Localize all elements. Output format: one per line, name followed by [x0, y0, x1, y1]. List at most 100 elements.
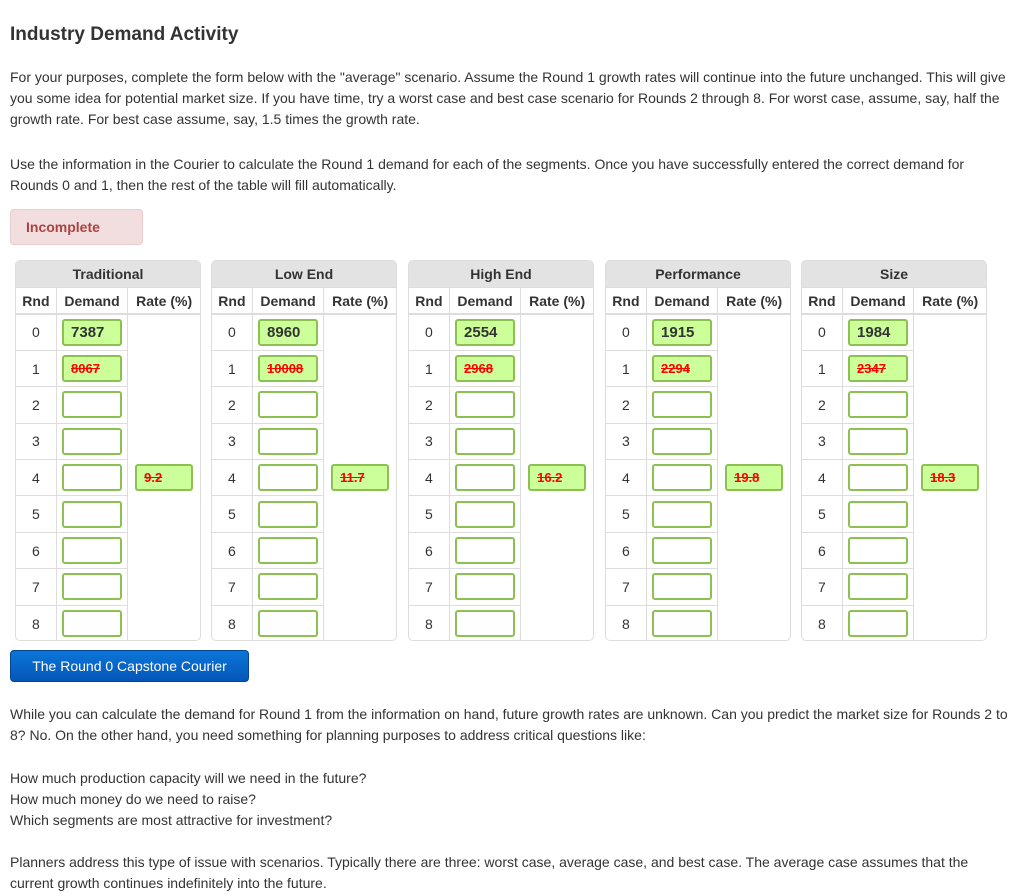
round-number: 5 [802, 495, 843, 533]
demand-input-round-1[interactable]: 8067 [62, 355, 123, 383]
demand-input-round-7[interactable] [455, 573, 516, 601]
demand-input-round-8[interactable] [258, 610, 319, 638]
demand-input-round-7[interactable] [62, 573, 123, 601]
demand-input-round-0[interactable]: 7387 [62, 318, 123, 346]
table-row: 4 16.2 [409, 459, 593, 497]
demand-input-round-6[interactable] [258, 537, 319, 565]
question-item: How much money do we need to raise? [10, 791, 256, 807]
demand-input-round-6[interactable] [62, 537, 123, 565]
demand-input-round-5[interactable] [258, 500, 319, 528]
demand-input-round-2[interactable] [848, 391, 909, 419]
header-rnd: Rnd [606, 288, 647, 315]
demand-input-round-8[interactable] [455, 610, 516, 638]
demand-input-round-4[interactable] [62, 464, 123, 492]
table-row: 2 [212, 386, 396, 424]
rate-cell-empty [128, 314, 200, 350]
rate-cell-empty [914, 605, 986, 640]
demand-input-round-1[interactable]: 2294 [652, 355, 713, 383]
demand-cell [252, 386, 325, 424]
table-row: 8 [212, 605, 396, 640]
round-number: 1 [802, 350, 843, 388]
demand-input-round-0[interactable]: 1984 [848, 318, 909, 346]
demand-input-round-7[interactable] [652, 573, 713, 601]
rate-cell-empty [521, 496, 593, 532]
demand-input-round-1[interactable]: 2347 [848, 355, 909, 383]
round-number: 3 [409, 423, 450, 461]
round-number: 2 [409, 386, 450, 424]
demand-input-round-3[interactable] [258, 427, 319, 455]
demand-input-round-4[interactable] [848, 464, 909, 492]
closing-paragraph: Planners address this type of issue with… [10, 854, 969, 891]
rate-cell-empty [718, 569, 790, 605]
rate-cell-empty [914, 532, 986, 568]
demand-input-round-5[interactable] [62, 500, 123, 528]
demand-input-round-7[interactable] [258, 573, 319, 601]
demand-input-round-8[interactable] [62, 610, 123, 638]
table-row: 1 2968 [409, 350, 593, 388]
demand-input-round-3[interactable] [62, 427, 123, 455]
demand-input-round-4[interactable] [455, 464, 516, 492]
segment-panels: Traditional Rnd Demand Rate (%) 0 7387 1 8067 2 3… [15, 260, 1015, 642]
rate-input[interactable]: 18.3 [921, 464, 980, 492]
demand-input-round-8[interactable] [848, 610, 909, 638]
demand-input-round-3[interactable] [848, 427, 909, 455]
demand-input-round-0[interactable]: 2554 [455, 318, 516, 346]
demand-input-round-6[interactable] [652, 537, 713, 565]
demand-input-round-5[interactable] [652, 500, 713, 528]
table-row: 0 1984 [802, 314, 986, 351]
header-rate: Rate (%) [127, 288, 200, 315]
rate-input[interactable]: 19.8 [725, 464, 784, 492]
demand-input-round-2[interactable] [62, 391, 123, 419]
demand-cell [56, 495, 129, 533]
demand-input-round-2[interactable] [455, 391, 516, 419]
header-demand: Demand [252, 288, 325, 315]
demand-table: Rnd Demand Rate (%) 0 1915 1 2294 2 3 4 19.8 5 6 7 8 [606, 288, 790, 640]
demand-input-round-5[interactable] [848, 500, 909, 528]
segment-panel-high-end: High End Rnd Demand Rate (%) 0 2554 1 2968 2 3 4 16… [408, 260, 594, 641]
demand-input-round-1[interactable]: 2968 [455, 355, 516, 383]
table-row: 4 19.8 [606, 459, 790, 497]
round-number: 8 [409, 605, 450, 640]
round-number: 6 [409, 532, 450, 570]
demand-cell [252, 605, 325, 640]
demand-input-round-8[interactable] [652, 610, 713, 638]
demand-input-round-4[interactable] [258, 464, 319, 492]
demand-input-round-0[interactable]: 1915 [652, 318, 713, 346]
courier-button[interactable]: The Round 0 Capstone Courier [10, 650, 249, 682]
round-number: 1 [606, 350, 647, 388]
rate-input[interactable]: 16.2 [528, 464, 587, 492]
demand-input-round-3[interactable] [652, 427, 713, 455]
header-rate: Rate (%) [717, 288, 790, 315]
demand-cell [56, 532, 129, 570]
round-number: 2 [606, 386, 647, 424]
demand-cell: 1984 [842, 314, 915, 351]
header-demand: Demand [449, 288, 522, 315]
demand-input-round-3[interactable] [455, 427, 516, 455]
demand-input-round-7[interactable] [848, 573, 909, 601]
rate-cell: 19.8 [718, 460, 790, 496]
demand-input-round-2[interactable] [652, 391, 713, 419]
demand-input-round-0[interactable]: 8960 [258, 318, 319, 346]
demand-cell: 1915 [646, 314, 719, 351]
demand-cell [252, 495, 325, 533]
rate-input[interactable]: 9.2 [135, 464, 194, 492]
demand-input-round-6[interactable] [848, 537, 909, 565]
round-number: 5 [16, 495, 57, 533]
header-rate: Rate (%) [520, 288, 593, 315]
round-number: 4 [802, 459, 843, 497]
demand-input-round-5[interactable] [455, 500, 516, 528]
table-row: 8 [16, 605, 200, 640]
demand-cell [449, 423, 522, 461]
rate-input[interactable]: 11.7 [331, 464, 390, 492]
demand-cell [646, 495, 719, 533]
demand-input-round-2[interactable] [258, 391, 319, 419]
table-row: 7 [802, 568, 986, 606]
demand-input-round-6[interactable] [455, 537, 516, 565]
demand-cell [56, 605, 129, 640]
demand-input-round-4[interactable] [652, 464, 713, 492]
rate-cell-empty [324, 387, 396, 423]
rate-cell-empty [914, 569, 986, 605]
rate-cell-empty [128, 387, 200, 423]
question-item: Which segments are most attractive for i… [10, 812, 333, 828]
demand-input-round-1[interactable]: 10008 [258, 355, 319, 383]
